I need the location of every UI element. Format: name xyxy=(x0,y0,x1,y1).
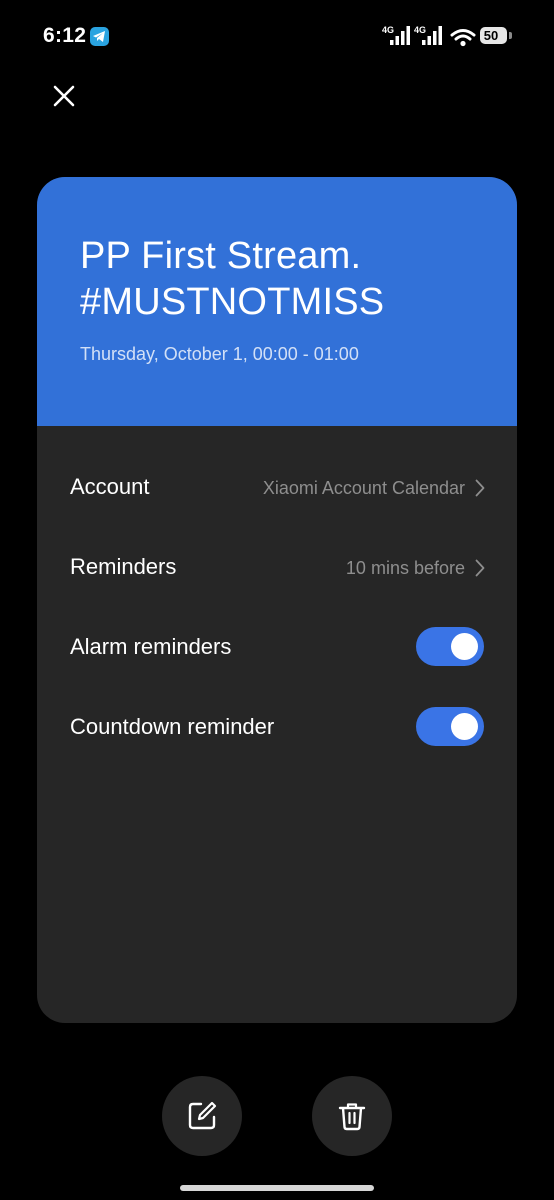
delete-button[interactable] xyxy=(312,1076,392,1156)
toggle-knob xyxy=(451,713,478,740)
reminders-label: Reminders xyxy=(70,554,177,579)
status-bar: 6:12 4G 4G 50 xyxy=(0,0,554,72)
telegram-icon xyxy=(90,27,109,46)
chevron-right-icon xyxy=(475,559,485,577)
chevron-right-icon xyxy=(475,479,485,497)
edit-icon xyxy=(188,1101,217,1130)
wifi-icon xyxy=(450,29,476,47)
edit-button[interactable] xyxy=(162,1076,242,1156)
status-time: 6:12 xyxy=(43,24,87,47)
event-header: PP First Stream. #MUSTNOTMISS Thursday, … xyxy=(37,177,517,426)
countdown-reminder-label: Countdown reminder xyxy=(70,714,275,739)
countdown-reminder-toggle[interactable] xyxy=(416,707,484,746)
battery-tip xyxy=(509,32,512,39)
account-row[interactable]: Account Xiaomi Account Calendar xyxy=(37,447,517,527)
alarm-reminders-label: Alarm reminders xyxy=(70,634,232,659)
account-value: Xiaomi Account Calendar xyxy=(262,478,465,498)
battery-icon: 50 xyxy=(480,27,507,44)
reminders-value: 10 mins before xyxy=(345,558,465,578)
battery-level: 50 xyxy=(483,28,499,43)
event-card: PP First Stream. #MUSTNOTMISS Thursday, … xyxy=(37,177,517,1023)
signal-icon: 4G xyxy=(382,25,412,46)
countdown-reminder-row: Countdown reminder xyxy=(37,687,517,767)
home-indicator[interactable] xyxy=(180,1185,374,1191)
event-datetime: Thursday, October 1, 00:00 - 01:00 xyxy=(80,344,359,364)
reminders-row[interactable]: Reminders 10 mins before xyxy=(37,527,517,607)
trash-icon xyxy=(338,1103,366,1131)
close-icon xyxy=(53,85,75,107)
account-label: Account xyxy=(70,474,150,499)
alarm-reminders-toggle[interactable] xyxy=(416,627,484,666)
signal-icon: 4G xyxy=(414,25,444,46)
alarm-reminders-row: Alarm reminders xyxy=(37,607,517,687)
event-details-screen: 6:12 4G 4G 50 PP First Stream. #MUSTNOTM… xyxy=(0,0,554,1200)
event-title: PP First Stream. #MUSTNOTMISS xyxy=(80,235,385,323)
close-button[interactable] xyxy=(44,76,84,116)
toggle-knob xyxy=(451,633,478,660)
